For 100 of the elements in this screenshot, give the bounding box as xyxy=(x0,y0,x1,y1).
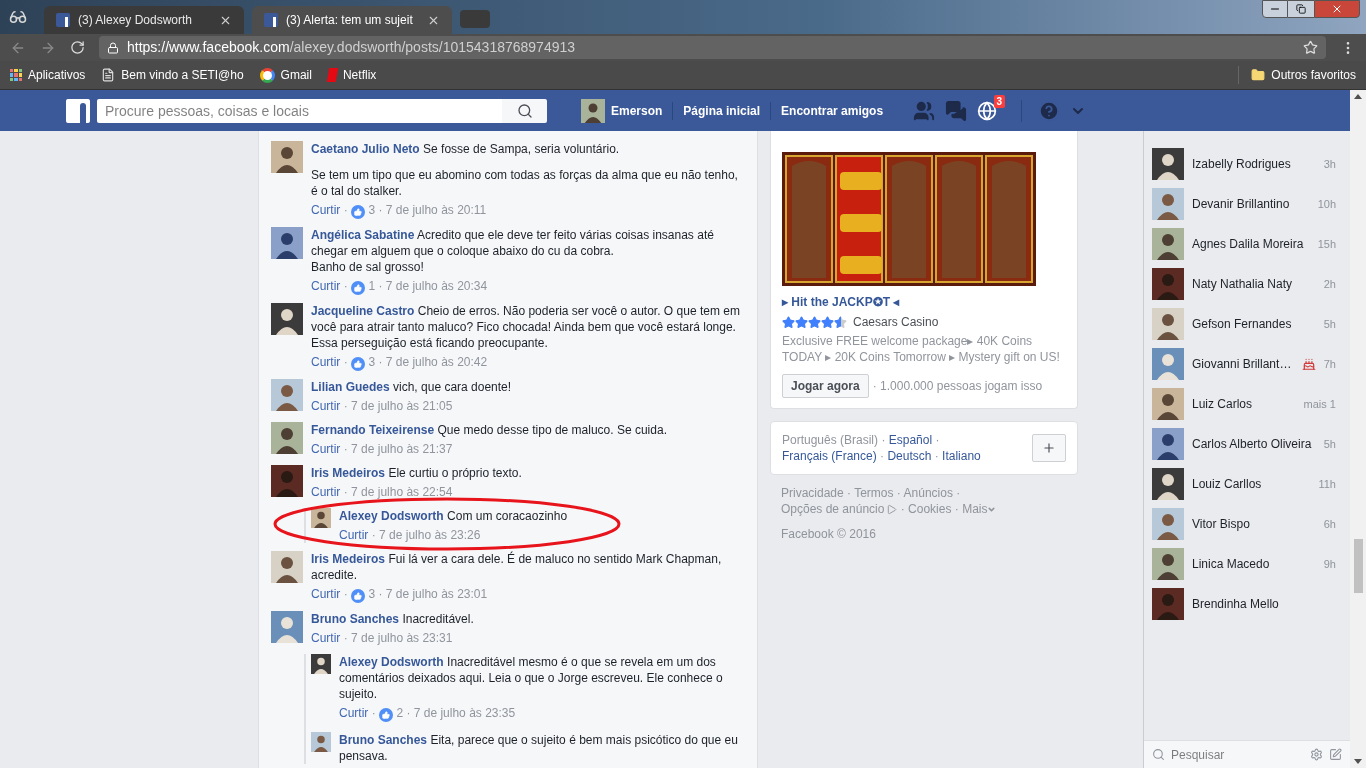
commenter-name[interactable]: Iris Medeiros xyxy=(311,552,386,566)
like-link[interactable]: Curtir xyxy=(311,442,341,456)
chat-contact[interactable]: Luiz Carlos mais 1 xyxy=(1144,384,1350,424)
like-link[interactable]: Curtir xyxy=(339,706,369,720)
commenter-name[interactable]: Iris Medeiros xyxy=(311,466,386,480)
add-language-button[interactable] xyxy=(1032,434,1066,462)
incognito-icon xyxy=(9,8,27,26)
like-count: 1 xyxy=(368,279,376,293)
like-link[interactable]: Curtir xyxy=(311,587,341,601)
nav-link[interactable]: Página inicial xyxy=(672,101,761,120)
chat-contact[interactable]: Izabelly Rodrigues 3h xyxy=(1144,144,1350,184)
language-link[interactable]: Italiano xyxy=(942,449,981,463)
commenter-name[interactable]: Alexey Dodsworth xyxy=(339,655,444,669)
commenter-name[interactable]: Angélica Sabatine xyxy=(311,228,415,242)
notification-badge: 3 xyxy=(993,94,1006,108)
bookmark[interactable]: Bem vindo a SETI@ho xyxy=(101,66,244,84)
restore-button[interactable] xyxy=(1288,0,1314,18)
like-link[interactable]: Curtir xyxy=(339,528,369,542)
chat-contact[interactable]: Giovanni Brillant… 7h xyxy=(1144,344,1350,384)
star-icon xyxy=(808,315,821,329)
comment-meta: Curtir · 7 de julho às 21:05 xyxy=(311,398,454,414)
settings-icon[interactable] xyxy=(1310,748,1323,761)
reload-icon[interactable] xyxy=(70,40,85,55)
commenter-name[interactable]: Alexey Dodsworth xyxy=(339,509,444,523)
chat-contact[interactable]: Devanir Brillantino 10h xyxy=(1144,184,1350,224)
last-active: 15h xyxy=(1317,236,1336,252)
star-icon xyxy=(782,315,795,329)
like-link[interactable]: Curtir xyxy=(311,355,341,369)
chat-search-field[interactable]: Pesquisar xyxy=(1171,745,1304,764)
comment-text: Iris Medeiros Ele curtiu o próprio texto. xyxy=(311,465,523,481)
bookmark[interactable]: Gmail xyxy=(259,66,312,84)
address-bar[interactable]: https://www.facebook.com/alexey.dodsworth/posts/10154318768974913 xyxy=(99,36,1326,59)
social-context: · 1.000.000 pessoas jogam isso xyxy=(872,378,1043,395)
comment-text: Bruno Sanches Eita, parece que o sujeito é bem mais psicótico do que eu pensava. xyxy=(339,732,739,764)
like-count: 3 xyxy=(368,203,376,217)
facebook-logo[interactable] xyxy=(66,98,90,123)
chat-contact[interactable]: Naty Nathalia Naty 2h xyxy=(1144,264,1350,304)
compose-icon[interactable] xyxy=(1329,748,1342,761)
messages-icon[interactable] xyxy=(945,99,968,122)
chat-contact[interactable]: Brendinha Mello xyxy=(1144,584,1350,624)
like-icon xyxy=(379,708,394,722)
browser-tab[interactable]: (3) Alerta: tem um sujeit xyxy=(252,6,452,34)
commenter-name[interactable]: Fernando Teixeirense xyxy=(311,423,435,437)
netflix-icon xyxy=(326,68,339,82)
close-icon xyxy=(1331,3,1343,15)
comment-meta: Curtir · 3 · 7 de julho às 20:11 xyxy=(311,202,488,219)
commenter-name[interactable]: Bruno Sanches xyxy=(339,733,428,747)
language-link[interactable]: Español xyxy=(888,433,933,447)
chat-contact[interactable]: Gefson Fernandes 5h xyxy=(1144,304,1350,344)
like-link[interactable]: Curtir xyxy=(311,203,341,217)
bookmark[interactable]: Netflix xyxy=(327,66,377,84)
star-icon[interactable] xyxy=(1303,40,1318,55)
chat-contact[interactable]: Linica Macedo 9h xyxy=(1144,544,1350,584)
chat-search-bar[interactable]: Pesquisar xyxy=(1144,740,1350,768)
comment-text: Caetano Julio Neto Se fosse de Sampa, seria voluntário. xyxy=(311,141,621,157)
apps-icon xyxy=(10,69,22,81)
bookmark[interactable]: Aplicativos xyxy=(10,66,86,84)
like-link[interactable]: Curtir xyxy=(311,279,341,293)
commenter-name[interactable]: Jacqueline Castro xyxy=(311,304,415,318)
plus-icon xyxy=(1042,441,1056,455)
search-button[interactable] xyxy=(502,98,547,123)
last-active: 3h xyxy=(1323,156,1336,172)
commenter-name[interactable]: Caetano Julio Neto xyxy=(311,142,420,156)
help-icon[interactable] xyxy=(1038,99,1061,122)
last-active: 9h xyxy=(1323,556,1336,572)
comment-meta: Curtir · 3 · 7 de julho às 20:42 xyxy=(311,354,489,371)
friends-icon[interactable] xyxy=(913,99,936,122)
bookmark[interactable]: Outros favoritos xyxy=(1238,66,1356,84)
chat-contact[interactable]: Agnes Dalila Moreira 15h xyxy=(1144,224,1350,264)
last-active: 5h xyxy=(1323,436,1336,452)
scrollbar[interactable] xyxy=(1350,90,1366,768)
comment-text: Fernando Teixeirense Que medo desse tipo de maluco. Se cuida. xyxy=(311,422,668,438)
comment-meta: Curtir · 2 · 7 de julho às 23:35 xyxy=(339,705,517,722)
search-field[interactable]: Procure pessoas, coisas e locais xyxy=(97,98,502,123)
like-link[interactable]: Curtir xyxy=(311,485,341,499)
nav-link[interactable]: Encontrar amigos xyxy=(770,101,884,120)
comment-meta: Curtir · 3 · 7 de julho às 23:01 xyxy=(311,586,489,603)
last-active: 10h xyxy=(1317,196,1336,212)
comment-text: Iris Medeiros Fui lá ver a cara dele. É de maluco no sentido Mark Chapman, acredite. xyxy=(311,551,723,583)
chat-contact[interactable]: Carlos Alberto Oliveira 5h xyxy=(1144,424,1350,464)
minimize-button[interactable] xyxy=(1262,0,1288,18)
profile-link[interactable]: Emerson xyxy=(581,98,663,123)
play-button[interactable]: Jogar agora xyxy=(782,374,869,398)
chat-contact[interactable]: Louiz Carllos 11h xyxy=(1144,464,1350,504)
advertiser-name: Caesars Casino xyxy=(853,314,939,331)
commenter-name[interactable]: Bruno Sanches xyxy=(311,612,400,626)
last-active: 6h xyxy=(1323,516,1336,532)
language-link[interactable]: Français (France) xyxy=(782,449,877,463)
like-icon xyxy=(351,589,366,603)
commenter-name[interactable]: Lilian Guedes xyxy=(311,380,390,394)
chat-contact[interactable]: Vitor Bispo 6h xyxy=(1144,504,1350,544)
language-link[interactable]: Deutsch xyxy=(887,449,932,463)
like-link[interactable]: Curtir xyxy=(311,631,341,645)
browser-tab[interactable]: (3) Alexey Dodsworth xyxy=(44,6,244,34)
like-link[interactable]: Curtir xyxy=(311,399,341,413)
globe-icon[interactable] xyxy=(977,100,998,121)
like-count: 3 xyxy=(368,587,376,601)
ad-title[interactable]: ▸ Hit the JACKP✪T ◂ xyxy=(782,293,1066,311)
comment-meta: Curtir · 1 · 7 de julho às 20:34 xyxy=(311,278,489,295)
last-active: mais 1 xyxy=(1303,396,1336,412)
